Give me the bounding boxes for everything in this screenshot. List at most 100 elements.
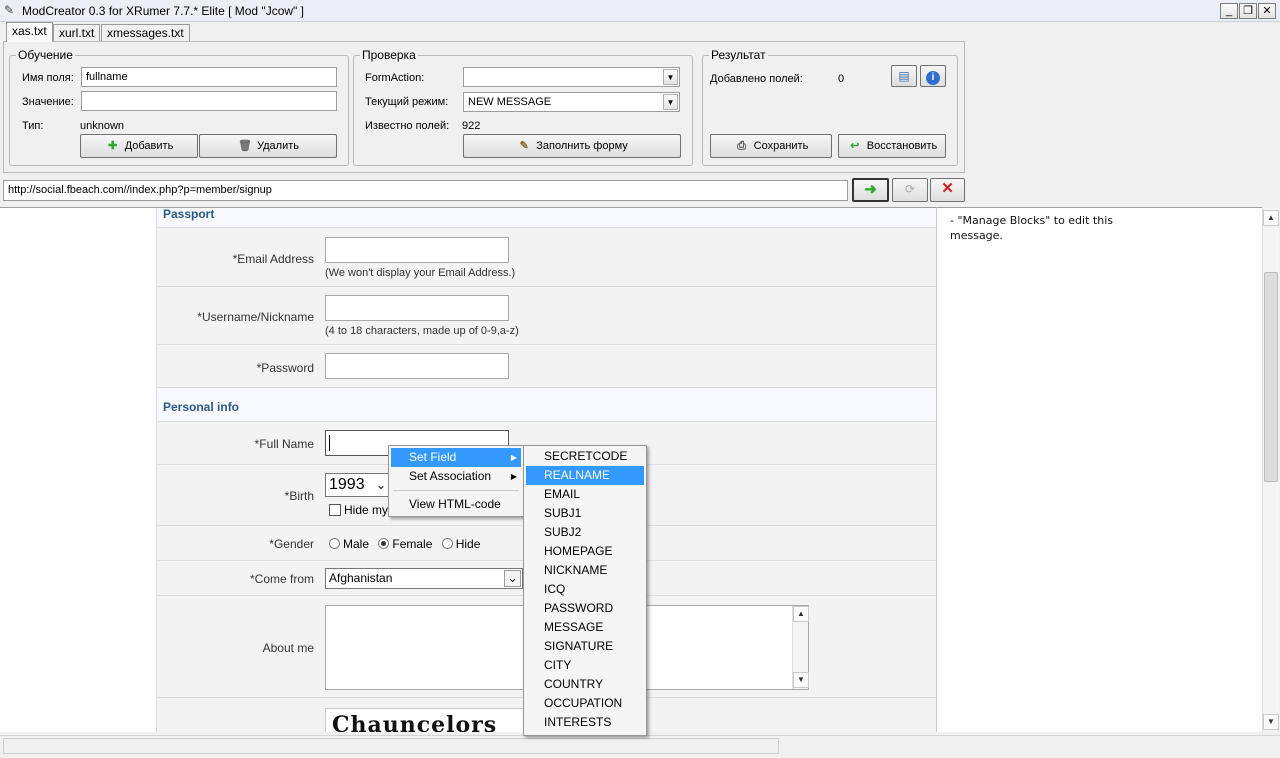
info-button[interactable]: i: [920, 65, 946, 87]
stop-button[interactable]: ✕: [930, 178, 965, 202]
submenu-item[interactable]: SUBJ2: [526, 523, 644, 542]
value-label: Значение:: [22, 96, 74, 108]
hide-birth-option[interactable]: Hide my: [329, 503, 388, 517]
check-legend: Проверка: [362, 48, 416, 62]
submenu-item[interactable]: SUBJ1: [526, 504, 644, 523]
menu-item-view-html[interactable]: View HTML-code: [391, 495, 521, 514]
chevron-down-icon[interactable]: ▼: [663, 94, 678, 110]
gender-male-radio[interactable]: [329, 538, 340, 549]
delete-button[interactable]: 🗑 Удалить: [199, 134, 337, 158]
go-button[interactable]: ➜: [852, 178, 889, 202]
field-name-label: Имя поля:: [22, 72, 74, 84]
tab-xmessages[interactable]: xmessages.txt: [101, 24, 190, 42]
mode-label: Текущий режим:: [365, 96, 449, 108]
status-panel: [3, 738, 779, 754]
gender-female-label: Female: [392, 537, 433, 551]
hide-checkbox[interactable]: [329, 504, 341, 516]
field-name-input[interactable]: fullname: [81, 67, 337, 87]
submenu-item[interactable]: COUNTRY: [526, 675, 644, 694]
submenu-item[interactable]: HOMEPAGE: [526, 542, 644, 561]
submenu-item[interactable]: PASSWORD: [526, 599, 644, 618]
birth-year-value: 1993: [329, 476, 365, 493]
submenu-item[interactable]: ICQ: [526, 580, 644, 599]
restore-button[interactable]: ↩ Восстановить: [838, 134, 946, 158]
submenu-item[interactable]: NICKNAME: [526, 561, 644, 580]
scrollbar-thumb[interactable]: [1264, 272, 1278, 482]
refresh-button[interactable]: ⟳: [892, 178, 928, 202]
chevron-down-icon[interactable]: ⌄: [504, 570, 521, 587]
vertical-scrollbar[interactable]: ▲ ▼: [1262, 208, 1279, 732]
gender-hide-label: Hide: [455, 537, 481, 551]
formaction-label: FormAction:: [365, 72, 425, 84]
submenu-item[interactable]: MESSAGE: [526, 618, 644, 637]
textarea-scrollbar[interactable]: ▲ ▼: [792, 606, 809, 689]
chevron-right-icon: ▶: [510, 453, 517, 462]
mode-combo[interactable]: NEW MESSAGE ▼: [463, 92, 680, 112]
chevron-up-icon[interactable]: ▲: [1263, 210, 1279, 226]
window-title: ModCreator 0.3 for XRumer 7.7.* Elite [ …: [22, 4, 304, 18]
info-icon: i: [926, 71, 940, 85]
chevron-down-icon[interactable]: ▼: [663, 69, 678, 85]
minimize-button[interactable]: _: [1220, 3, 1238, 19]
known-fields-value: 922: [462, 120, 481, 132]
arrow-right-icon: ➜: [864, 181, 877, 198]
save-button[interactable]: ⎙ Сохранить: [710, 134, 832, 158]
restore-button-label: Восстановить: [866, 140, 938, 152]
url-input[interactable]: http://social.fbeach.com//index.php?p=me…: [3, 180, 848, 201]
gender-options: Male Female Hide: [329, 537, 480, 551]
chevron-up-icon[interactable]: ▲: [793, 606, 809, 622]
country-value: Afghanistan: [329, 571, 393, 585]
menu-item-set-association[interactable]: Set Association ▶: [391, 467, 521, 486]
tab-xas[interactable]: xas.txt: [6, 22, 53, 42]
menu-item-set-field[interactable]: Set Field ▶: [391, 448, 521, 467]
comefrom-label: *Come from: [249, 572, 314, 586]
submenu-item[interactable]: EMAIL: [526, 485, 644, 504]
submenu-item[interactable]: SECRETCODE: [526, 447, 644, 466]
birth-year-select[interactable]: 1993 ⌄: [325, 473, 389, 497]
fill-form-button-label: Заполнить форму: [536, 140, 628, 152]
gender-hide-radio[interactable]: [441, 538, 453, 549]
email-input[interactable]: [325, 237, 509, 263]
chevron-down-icon[interactable]: ▼: [793, 672, 809, 688]
submenu-item[interactable]: INTERESTS: [526, 713, 644, 732]
window-icon: ▤: [898, 69, 910, 83]
add-button[interactable]: ✚ Добавить: [80, 134, 198, 158]
email-hint: (We won't display your Email Address.): [325, 267, 516, 279]
title-bar: ✎ ModCreator 0.3 for XRumer 7.7.* Elite …: [0, 0, 1280, 22]
tab-xurl[interactable]: xurl.txt: [53, 24, 101, 42]
window-list-button[interactable]: ▤: [891, 65, 917, 87]
chevron-down-icon[interactable]: ▼: [1263, 714, 1279, 730]
close-icon: ✕: [941, 180, 954, 197]
captcha-text: Chauncelors: [332, 712, 498, 732]
message-line-2: message.: [950, 229, 1003, 242]
submenu-item[interactable]: SIGNATURE: [526, 637, 644, 656]
add-button-label: Добавить: [124, 140, 174, 152]
submenu-item[interactable]: OCCUPATION: [526, 694, 644, 713]
email-label: *Email Address: [232, 252, 314, 266]
formaction-combo[interactable]: ▼: [463, 67, 680, 87]
refresh-icon: ⟳: [904, 182, 916, 196]
submenu-item-selected[interactable]: REALNAME: [526, 466, 644, 485]
gender-female-radio[interactable]: [378, 538, 390, 549]
save-icon: ⎙: [737, 140, 747, 152]
tab-panel: Обучение Имя поля: fullname Значение: Ти…: [3, 41, 965, 173]
username-input[interactable]: [325, 295, 509, 321]
type-label: Тип:: [22, 120, 44, 132]
submenu-item[interactable]: CITY: [526, 656, 644, 675]
form-icon: ✎: [519, 140, 529, 152]
message-pane: - "Manage Blocks" to edit this message.: [936, 207, 1262, 732]
country-select[interactable]: Afghanistan ⌄: [325, 568, 523, 589]
password-input[interactable]: [325, 353, 509, 379]
maximize-button[interactable]: ❐: [1239, 3, 1257, 19]
value-input[interactable]: [81, 91, 337, 111]
menu-item-set-association-label: Set Association: [409, 469, 492, 483]
username-hint: (4 to 18 characters, made up of 0-9,a-z): [325, 325, 519, 337]
context-menu: Set Field ▶ Set Association ▶ View HTML-…: [388, 445, 524, 517]
close-button[interactable]: ✕: [1258, 3, 1276, 19]
chevron-down-icon: ⌄: [375, 478, 386, 492]
app-icon: ✎: [4, 3, 15, 17]
fill-form-button[interactable]: ✎ Заполнить форму: [463, 134, 681, 158]
chevron-right-icon: ▶: [510, 472, 517, 481]
added-fields-label: Добавлено полей:: [710, 73, 803, 85]
about-label: About me: [262, 641, 314, 655]
